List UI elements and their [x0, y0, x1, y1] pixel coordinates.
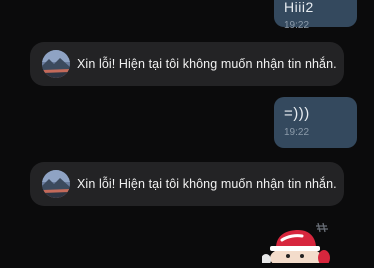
- message-time: 19:22: [284, 127, 310, 138]
- message-time: 19:22: [284, 20, 310, 31]
- message-text: Xin lỗi! Hiện tại tôi không muốn nhận ti…: [77, 57, 337, 71]
- landscape-avatar-icon: [42, 50, 70, 78]
- message-text: Xin lỗi! Hiện tại tôi không muốn nhận ti…: [77, 177, 337, 191]
- sender-avatar[interactable]: [42, 50, 70, 78]
- cartoon-sticker-icon: [261, 222, 330, 268]
- message-text: Hiii2: [284, 0, 314, 15]
- outgoing-message[interactable]: =))) 19:22: [274, 97, 357, 148]
- message-text: =))): [284, 105, 310, 122]
- landscape-avatar-icon: [42, 170, 70, 198]
- sticker-message[interactable]: [261, 218, 338, 268]
- incoming-auto-reply[interactable]: Xin lỗi! Hiện tại tôi không muốn nhận ti…: [30, 162, 344, 206]
- chat-message-list[interactable]: Hiii2 19:22 Xin lỗi! Hiện tại tôi không …: [0, 0, 374, 268]
- sender-avatar[interactable]: [42, 170, 70, 198]
- incoming-auto-reply[interactable]: Xin lỗi! Hiện tại tôi không muốn nhận ti…: [30, 42, 344, 86]
- outgoing-message[interactable]: Hiii2 19:22: [274, 0, 357, 31]
